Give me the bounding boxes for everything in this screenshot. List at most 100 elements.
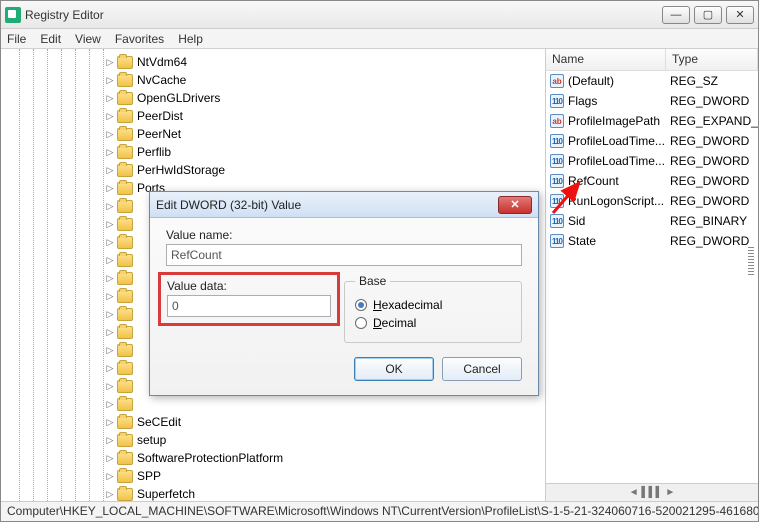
tree-label: PeerDist: [137, 109, 183, 123]
expander-icon[interactable]: ▷: [105, 417, 115, 427]
binary-value-icon: 110: [550, 94, 564, 108]
expander-icon[interactable]: ▷: [105, 75, 115, 85]
value-type: REG_DWORD: [666, 194, 758, 208]
radio-dot-icon: [355, 299, 367, 311]
expander-icon[interactable]: ▷: [105, 327, 115, 337]
col-name[interactable]: Name: [546, 49, 666, 70]
tree-item[interactable]: ▷PeerNet: [105, 125, 545, 143]
list-row[interactable]: ab(Default)REG_SZ: [546, 71, 758, 91]
folder-icon: [117, 290, 133, 303]
list-row[interactable]: 110ProfileLoadTime...REG_DWORD: [546, 131, 758, 151]
expander-icon[interactable]: ▷: [105, 345, 115, 355]
list-row[interactable]: 110ProfileLoadTime...REG_DWORD: [546, 151, 758, 171]
expander-icon[interactable]: ▷: [105, 273, 115, 283]
list-row[interactable]: 110RunLogonScript...REG_DWORD: [546, 191, 758, 211]
dialog-close-button[interactable]: ✕: [498, 196, 532, 214]
minimize-button[interactable]: —: [662, 6, 690, 24]
edit-dword-dialog: Edit DWORD (32-bit) Value ✕ Value name: …: [149, 191, 539, 396]
tree-item[interactable]: ▷Superfetch: [105, 485, 545, 501]
tree-item[interactable]: ▷ SoftwareProtectionPlatform: [105, 449, 545, 467]
expander-icon[interactable]: ▷: [105, 201, 115, 211]
base-group: Base Hexadecimal Decimal: [344, 274, 522, 343]
expander-icon[interactable]: ▷: [105, 435, 115, 445]
value-type: REG_BINARY: [666, 214, 758, 228]
cancel-button[interactable]: Cancel: [442, 357, 522, 381]
binary-value-icon: 110: [550, 174, 564, 188]
expander-icon[interactable]: ▷: [105, 147, 115, 157]
resize-grip[interactable]: [748, 247, 754, 275]
tree-item[interactable]: ▷Perflib: [105, 143, 545, 161]
tree-label: SeCEdit: [137, 415, 181, 429]
list-row[interactable]: ab ProfileImagePath REG_EXPAND_: [546, 111, 758, 131]
menu-view[interactable]: View: [75, 32, 101, 46]
expander-icon[interactable]: ▷: [105, 363, 115, 373]
expander-icon[interactable]: ▷: [105, 183, 115, 193]
regedit-icon: [5, 7, 21, 23]
tree-item[interactable]: ▷ PeerDist: [105, 107, 545, 125]
expander-icon[interactable]: ▷: [105, 93, 115, 103]
expander-icon[interactable]: ▷: [105, 453, 115, 463]
folder-icon: [117, 380, 133, 393]
close-button[interactable]: ✕: [726, 6, 754, 24]
radio-dot-icon: [355, 317, 367, 329]
tree-label: SoftwareProtectionPlatform: [137, 451, 283, 465]
list-row[interactable]: 110FlagsREG_DWORD: [546, 91, 758, 111]
expander-icon[interactable]: ▷: [105, 111, 115, 121]
value-data-field[interactable]: [167, 295, 331, 317]
tree-label: SPP: [137, 469, 161, 483]
list-body[interactable]: ab (Default) REG_SZ 110FlagsREG_DWORDab Prof…: [546, 71, 758, 483]
tree-item[interactable]: ▷ OpenGLDrivers: [105, 89, 545, 107]
maximize-button[interactable]: ▢: [694, 6, 722, 24]
col-type[interactable]: Type: [666, 49, 758, 70]
expander-icon[interactable]: ▷: [105, 219, 115, 229]
expander-icon[interactable]: ▷: [105, 381, 115, 391]
expander-icon[interactable]: ▷: [105, 57, 115, 67]
folder-icon: [117, 164, 133, 177]
tree-item[interactable]: ▷ SeCEdit: [105, 413, 545, 431]
value-type: REG_SZ: [666, 74, 758, 88]
menu-edit[interactable]: Edit: [40, 32, 61, 46]
expander-icon[interactable]: ▷: [105, 129, 115, 139]
value-name: ProfileLoadTime...: [568, 134, 665, 148]
expander-icon[interactable]: ▷: [105, 255, 115, 265]
list-row[interactable]: 110SidREG_BINARY: [546, 211, 758, 231]
expander-icon[interactable]: ▷: [105, 399, 115, 409]
radio-decimal[interactable]: Decimal: [355, 316, 511, 330]
tree-label: OpenGLDrivers: [137, 91, 220, 105]
tree-item[interactable]: ▷: [105, 395, 545, 413]
list-row[interactable]: 110RefCountREG_DWORD: [546, 171, 758, 191]
list-header: Name Type: [546, 49, 758, 71]
tree-item[interactable]: ▷PerHwIdStorage: [105, 161, 545, 179]
list-row[interactable]: 110StateREG_DWORD: [546, 231, 758, 251]
expander-icon[interactable]: ▷: [105, 165, 115, 175]
menu-favorites[interactable]: Favorites: [115, 32, 164, 46]
value-name-field[interactable]: [166, 244, 522, 266]
value-name: ProfileLoadTime...: [568, 154, 665, 168]
tree-item[interactable]: ▷NvCache: [105, 71, 545, 89]
ok-button[interactable]: OK: [354, 357, 434, 381]
binary-value-icon: 110: [550, 194, 564, 208]
dialog-titlebar[interactable]: Edit DWORD (32-bit) Value ✕: [150, 192, 538, 218]
tree-item[interactable]: ▷setup: [105, 431, 545, 449]
horizontal-scrollbar[interactable]: ◄ ▌▌▌ ►: [546, 483, 758, 501]
tree-item[interactable]: ▷NtVdm64: [105, 53, 545, 71]
value-name: (Default): [568, 74, 614, 88]
folder-icon: [117, 146, 133, 159]
menu-help[interactable]: Help: [178, 32, 203, 46]
string-value-icon: ab: [550, 114, 564, 128]
expander-icon[interactable]: ▷: [105, 237, 115, 247]
value-type: REG_EXPAND_: [666, 114, 758, 128]
expander-icon[interactable]: ▷: [105, 291, 115, 301]
folder-icon: [117, 182, 133, 195]
menu-file[interactable]: File: [7, 32, 26, 46]
radio-hexadecimal[interactable]: Hexadecimal: [355, 298, 511, 312]
tree-item[interactable]: ▷ SPP: [105, 467, 545, 485]
expander-icon[interactable]: ▷: [105, 471, 115, 481]
folder-icon: [117, 488, 133, 501]
folder-icon: [117, 236, 133, 249]
menubar: File Edit View Favorites Help: [1, 29, 758, 49]
value-name: ProfileImagePath: [568, 114, 660, 128]
expander-icon[interactable]: ▷: [105, 489, 115, 499]
titlebar: Registry Editor — ▢ ✕: [1, 1, 758, 29]
expander-icon[interactable]: ▷: [105, 309, 115, 319]
